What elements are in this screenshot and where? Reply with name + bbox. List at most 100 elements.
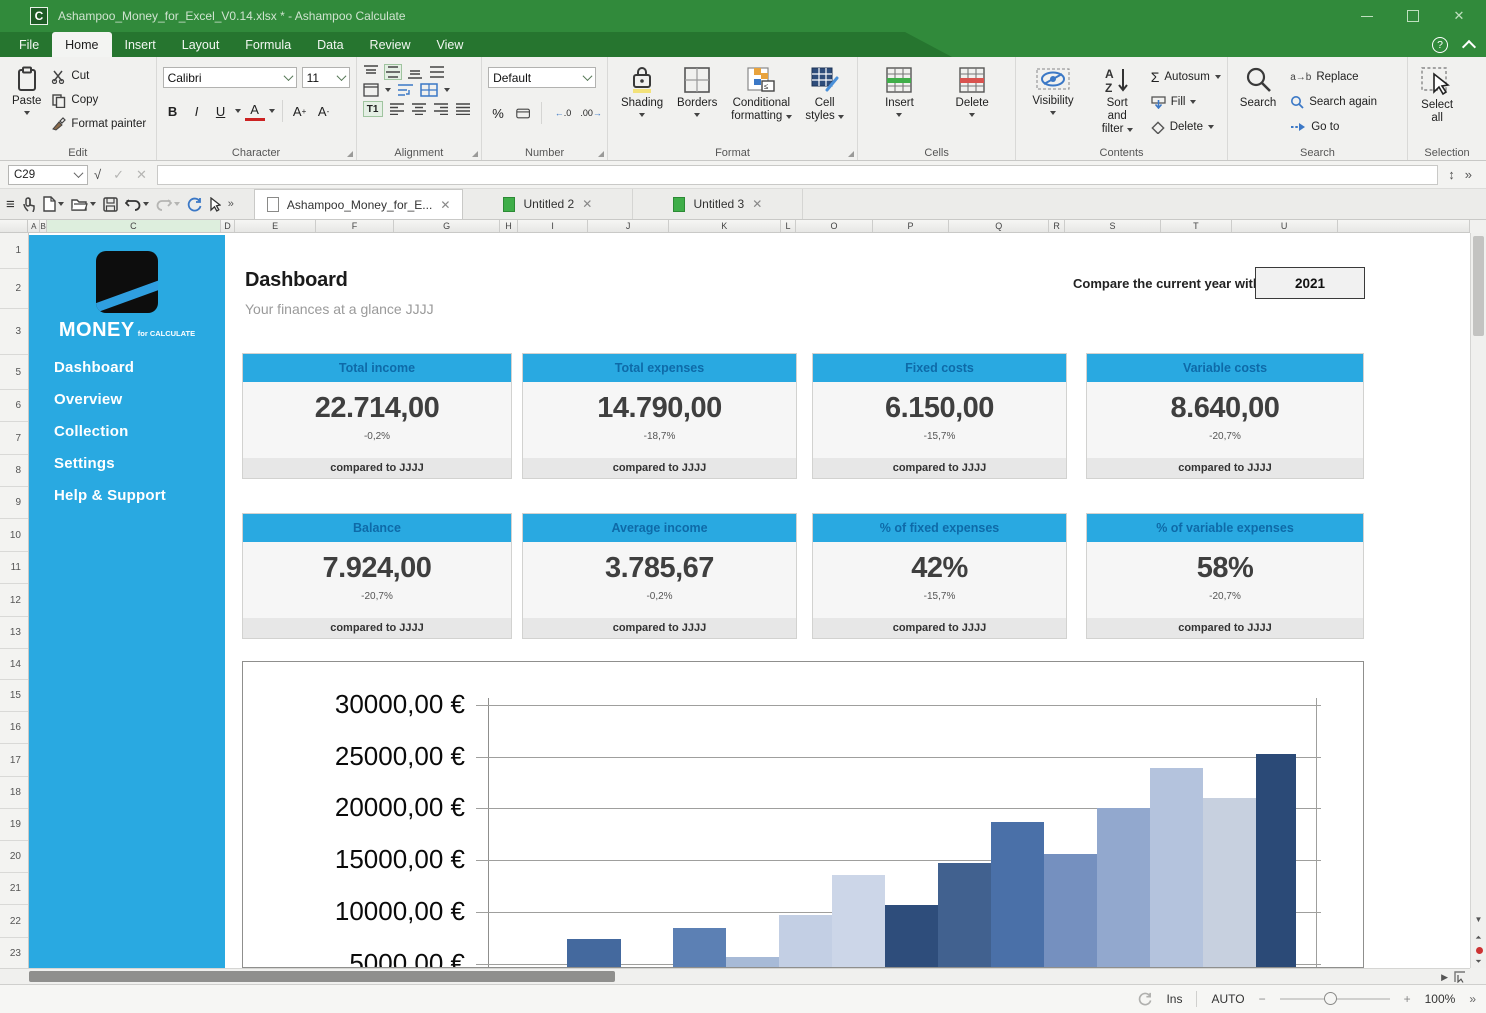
- menu-tab-data[interactable]: Data: [304, 32, 356, 57]
- row-header-3[interactable]: 3: [0, 309, 28, 355]
- column-header-D[interactable]: D: [221, 220, 236, 232]
- goto-button[interactable]: Go to: [1290, 117, 1377, 137]
- column-header-H[interactable]: H: [500, 220, 518, 232]
- italic-button[interactable]: I: [187, 101, 207, 121]
- row-header-16[interactable]: 16: [0, 712, 28, 744]
- fill-button[interactable]: Fill: [1151, 92, 1221, 112]
- sidebar-item-help-support[interactable]: Help & Support: [29, 479, 225, 511]
- auto-mode-indicator[interactable]: AUTO: [1211, 992, 1244, 1006]
- row-header-14[interactable]: 14: [0, 649, 28, 680]
- sync-icon[interactable]: [1138, 992, 1152, 1006]
- sidebar-item-settings[interactable]: Settings: [29, 447, 225, 479]
- save-icon[interactable]: [103, 197, 118, 212]
- font-color-button[interactable]: A: [245, 101, 265, 121]
- borders-button[interactable]: Borders: [671, 63, 723, 126]
- formula-bar-resize-icon[interactable]: ↕: [1448, 167, 1455, 182]
- visibility-button[interactable]: Visibility: [1026, 63, 1079, 140]
- menu-tab-view[interactable]: View: [424, 32, 477, 57]
- record-down-icon[interactable]: ⏷: [1471, 957, 1486, 967]
- justify-icon[interactable]: [455, 103, 471, 115]
- menu-tab-file[interactable]: File: [6, 32, 52, 57]
- row-header-7[interactable]: 7: [0, 422, 28, 455]
- horizontal-scrollbar-thumb[interactable]: [29, 971, 615, 982]
- column-header-L[interactable]: L: [781, 220, 797, 232]
- minimize-button[interactable]: [1352, 8, 1382, 24]
- font-name-select[interactable]: Calibri: [163, 67, 297, 88]
- status-overflow-icon[interactable]: »: [1469, 992, 1476, 1006]
- row-header-20[interactable]: 20: [0, 841, 28, 873]
- menu-tab-insert[interactable]: Insert: [112, 32, 169, 57]
- redo-icon[interactable]: [156, 197, 180, 211]
- sidebar-item-collection[interactable]: Collection: [29, 415, 225, 447]
- shading-button[interactable]: Shading: [615, 63, 669, 126]
- insert-function-icon[interactable]: √: [94, 167, 101, 182]
- column-header-Q[interactable]: Q: [949, 220, 1049, 232]
- menu-tab-review[interactable]: Review: [357, 32, 424, 57]
- replace-button[interactable]: a→bReplace: [1290, 67, 1377, 87]
- row-header-17[interactable]: 17: [0, 744, 28, 777]
- confirm-icon[interactable]: ✓: [113, 167, 124, 183]
- row-header-5[interactable]: 5: [0, 355, 28, 390]
- autosum-button[interactable]: ΣAutosum: [1151, 67, 1221, 87]
- align-middle-icon[interactable]: [385, 65, 401, 79]
- row-header-2[interactable]: 2: [0, 269, 28, 309]
- row-header-11[interactable]: 11: [0, 552, 28, 584]
- align-bottom-icon[interactable]: [407, 65, 423, 79]
- vertical-text-button[interactable]: T1: [363, 101, 383, 117]
- select-all-button[interactable]: Selectall: [1414, 63, 1460, 128]
- toolbar-overflow-icon[interactable]: »: [228, 198, 234, 210]
- bold-button[interactable]: B: [163, 101, 183, 121]
- hamburger-menu-icon[interactable]: ≡: [6, 196, 15, 213]
- column-header-B[interactable]: B: [40, 220, 47, 232]
- document-tab[interactable]: Untitled 3✕: [633, 189, 803, 219]
- align-center-icon[interactable]: [411, 103, 427, 115]
- conditional-formatting-button[interactable]: ≤ Conditionalformatting: [725, 63, 797, 126]
- maximize-button[interactable]: [1398, 8, 1428, 24]
- font-size-select[interactable]: 11: [302, 67, 350, 88]
- column-header-O[interactable]: O: [796, 220, 872, 232]
- insert-mode-indicator[interactable]: Ins: [1166, 992, 1182, 1006]
- row-header-8[interactable]: 8: [0, 455, 28, 487]
- row-header-21[interactable]: 21: [0, 873, 28, 905]
- record-up-icon[interactable]: ⏶: [1471, 933, 1486, 943]
- document-tab[interactable]: Ashampoo_Money_for_E...✕: [254, 189, 463, 219]
- delete-cells-button[interactable]: Delete: [950, 63, 995, 120]
- sidebar-item-overview[interactable]: Overview: [29, 383, 225, 415]
- open-file-icon[interactable]: [71, 197, 96, 211]
- close-button[interactable]: [1444, 8, 1474, 24]
- column-header-P[interactable]: P: [873, 220, 949, 232]
- close-tab-icon[interactable]: ✕: [440, 198, 450, 212]
- add-decimal-button[interactable]: ←.0: [553, 103, 573, 123]
- menu-tab-formula[interactable]: Formula: [232, 32, 304, 57]
- row-header-12[interactable]: 12: [0, 584, 28, 617]
- copy-button[interactable]: Copy: [51, 90, 146, 110]
- align-top-icon[interactable]: [363, 65, 379, 79]
- column-header-R[interactable]: R: [1049, 220, 1065, 232]
- scroll-down-icon[interactable]: ▼: [1471, 915, 1486, 924]
- close-tab-icon[interactable]: ✕: [582, 197, 592, 211]
- column-header-J[interactable]: J: [588, 220, 668, 232]
- underline-button[interactable]: U: [211, 101, 231, 121]
- cut-button[interactable]: Cut: [51, 66, 146, 86]
- cell-reference-box[interactable]: C29: [8, 165, 88, 185]
- column-header-K[interactable]: K: [669, 220, 781, 232]
- record-position-dot[interactable]: [1476, 947, 1483, 954]
- currency-icon[interactable]: [516, 107, 530, 120]
- row-header-1[interactable]: 1: [0, 233, 28, 269]
- column-header-S[interactable]: S: [1065, 220, 1161, 232]
- percent-button[interactable]: %: [488, 103, 508, 123]
- distribute-vertical-icon[interactable]: [429, 65, 445, 79]
- zoom-slider-knob[interactable]: [1324, 992, 1337, 1005]
- column-header-C[interactable]: C: [47, 220, 221, 232]
- zoom-out-button[interactable]: −: [1259, 992, 1266, 1006]
- cancel-icon[interactable]: ✕: [136, 167, 147, 183]
- formula-bar-overflow-icon[interactable]: »: [1465, 167, 1472, 182]
- column-header-T[interactable]: T: [1161, 220, 1232, 232]
- row-header-10[interactable]: 10: [0, 519, 28, 552]
- touch-mode-icon[interactable]: [22, 197, 36, 212]
- wrap-text-icon[interactable]: [397, 83, 414, 97]
- menu-tab-home[interactable]: Home: [52, 32, 111, 57]
- collapse-ribbon-icon[interactable]: [1462, 40, 1476, 54]
- row-header-22[interactable]: 22: [0, 905, 28, 938]
- sheet-corner-icon[interactable]: [1454, 971, 1466, 983]
